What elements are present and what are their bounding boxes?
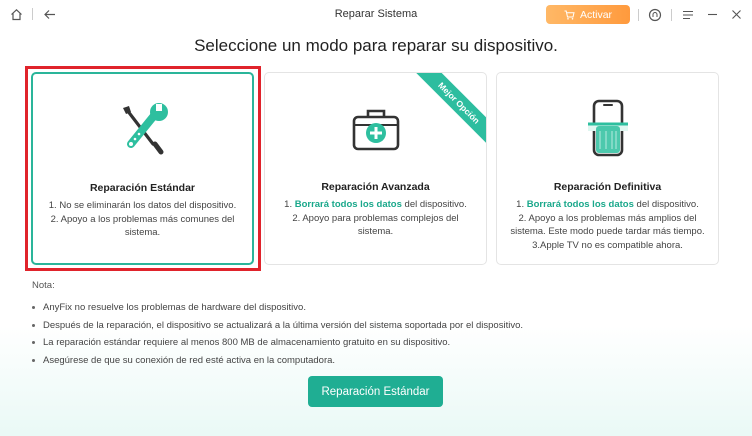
warning-highlight: Borrará todos los datos <box>294 199 402 210</box>
mode-card-advanced[interactable]: Mejor Opción Reparación Avanzada 1. Borr… <box>264 72 487 265</box>
close-icon[interactable] <box>728 7 744 23</box>
medical-kit-icon <box>265 97 486 161</box>
card-desc-line: 2. Apoyo para problemas complejos del si… <box>292 212 459 238</box>
divider <box>638 8 639 21</box>
menu-icon[interactable] <box>680 7 696 23</box>
note-list: AnyFix no resuelve los problemas de hard… <box>32 299 523 369</box>
card-desc-line: 1. Borrará todos los datos del dispositi… <box>284 199 467 210</box>
warning-highlight: Borrará todos los datos <box>526 199 634 210</box>
card-title: Reparación Definitiva <box>553 181 662 193</box>
start-repair-button[interactable]: Reparación Estándar <box>308 376 443 407</box>
note-item: La reparación estándar requiere al menos… <box>32 334 523 352</box>
card-description: 1. Borrará todos los datos del dispositi… <box>275 198 476 239</box>
mode-card-ultimate[interactable]: Reparación Definitiva 1. Borrará todos l… <box>496 72 719 265</box>
selection-highlight-frame <box>25 66 261 271</box>
card-desc-line: 3.Apple TV no es compatible ahora. <box>532 239 683 251</box>
bullet-icon <box>32 323 35 327</box>
note-title: Nota: <box>32 280 55 291</box>
divider <box>671 8 672 21</box>
title-bar-right: Activar <box>546 5 744 24</box>
support-icon[interactable] <box>647 7 663 23</box>
phone-scan-icon <box>497 97 718 161</box>
activate-label: Activar <box>579 8 613 21</box>
note-item: AnyFix no resuelve los problemas de hard… <box>32 299 523 317</box>
page-heading: Seleccione un modo para reparar su dispo… <box>194 36 558 55</box>
note-item: Asegúrese de que su conexión de red esté… <box>32 352 523 370</box>
card-title: Reparación Avanzada <box>321 181 430 193</box>
title-bar: Reparar Sistema Activar <box>0 0 752 30</box>
cart-icon <box>564 10 575 20</box>
card-desc-line: 1. Borrará todos los datos del dispositi… <box>516 199 699 210</box>
card-description: 1. Borrará todos los datos del dispositi… <box>507 198 708 252</box>
activate-button[interactable]: Activar <box>546 5 630 24</box>
bullet-icon <box>32 358 35 362</box>
note-item: Después de la reparación, el dispositivo… <box>32 317 523 335</box>
minimize-icon[interactable] <box>704 7 720 23</box>
card-desc-line: 2. Apoyo a los problemas más amplios del… <box>510 212 705 238</box>
bullet-icon <box>32 306 35 310</box>
bullet-icon <box>32 341 35 345</box>
